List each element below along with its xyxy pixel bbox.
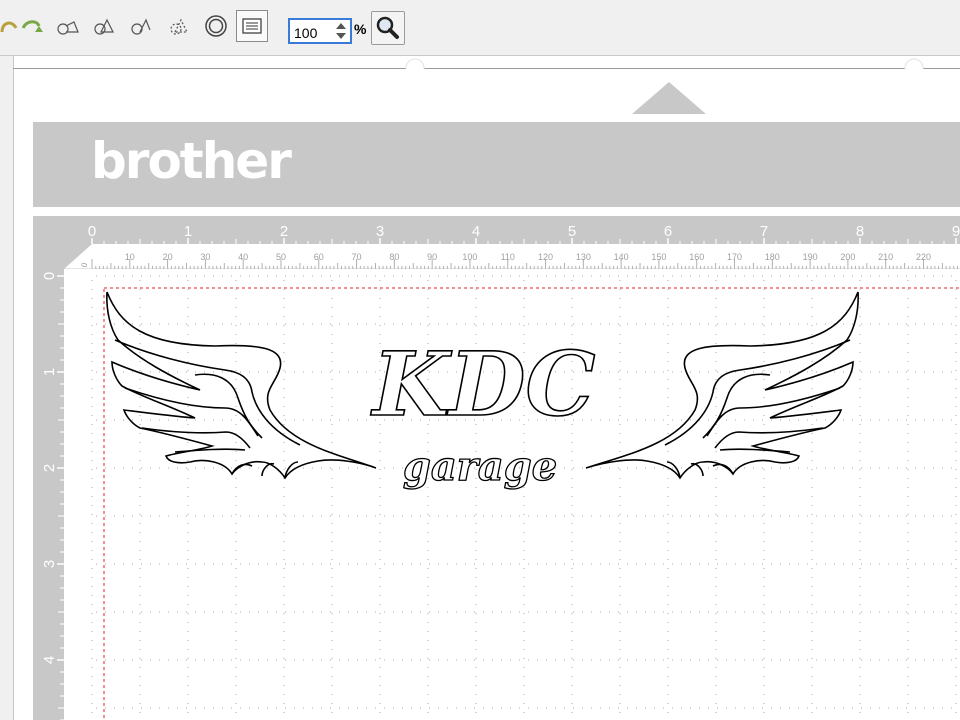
- cutting-canvas: KDC garage: [64, 269, 960, 720]
- design-subtitle[interactable]: garage: [402, 442, 558, 490]
- design-title[interactable]: KDC: [369, 331, 596, 437]
